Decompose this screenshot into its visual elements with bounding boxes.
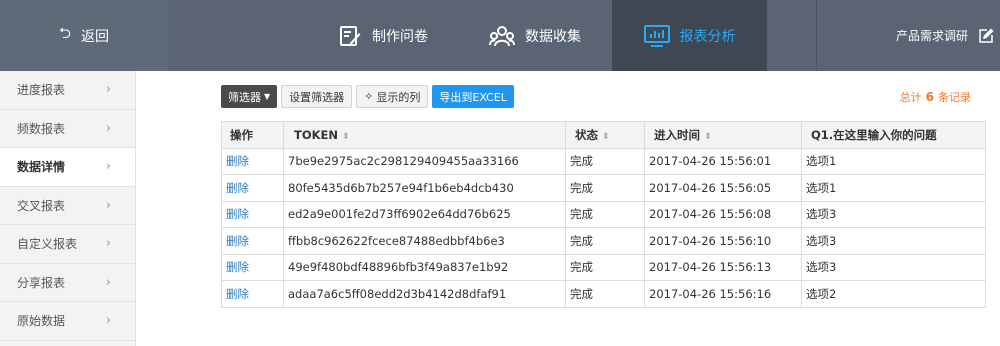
export-label: 导出到EXCEL xyxy=(439,90,507,104)
export-excel-button[interactable]: 导出到EXCEL xyxy=(432,85,514,108)
chevron-right-icon: › xyxy=(105,159,111,175)
table-row: 删除 ffbb8c962622fcece87488edbbf4b6e3 完成 2… xyxy=(221,227,986,255)
column-header-entry-time[interactable]: 进入时间 ⬍ xyxy=(644,121,802,149)
total-suffix: 条记录 xyxy=(938,91,971,104)
table-toolbar: 筛选器 ▼ 设置筛选器 ✧ 显示的列 导出到EXCEL xyxy=(221,85,514,108)
users-icon xyxy=(489,25,515,47)
sidebar-item-label: 数据详情 xyxy=(17,160,66,175)
sidebar-item-frequency-report[interactable]: 频数报表 › xyxy=(0,109,135,148)
project-header: 产品需求调研 xyxy=(816,0,1000,71)
set-filter-button[interactable]: 设置筛选器 xyxy=(281,85,353,108)
visible-columns-label: 显示的列 xyxy=(376,90,421,104)
answer-cell: 选项1 xyxy=(801,174,986,202)
table-row: 删除 7be9e2975ac2c298129409455aa33166 完成 2… xyxy=(221,147,986,175)
delete-link[interactable]: 删除 xyxy=(221,147,284,175)
back-label: 返回 xyxy=(81,28,109,45)
time-cell: 2017-04-26 15:56:13 xyxy=(644,253,802,281)
filter-dropdown-button[interactable]: 筛选器 ▼ xyxy=(221,85,278,108)
sidebar-item-cross-report[interactable]: 交叉报表 › xyxy=(0,186,135,225)
status-cell: 完成 xyxy=(565,280,645,308)
time-cell: 2017-04-26 15:56:16 xyxy=(644,280,802,308)
set-filter-label: 设置筛选器 xyxy=(289,90,345,104)
visible-columns-button[interactable]: ✧ 显示的列 xyxy=(356,85,429,108)
sidebar-item-label: 频数报表 xyxy=(17,121,66,136)
table-row: 删除 49e9f480bdf48896bfb3f49a837e1b92 完成 2… xyxy=(221,253,986,281)
tab-label: 数据收集 xyxy=(525,28,581,45)
token-cell: ffbb8c962622fcece87488edbbf4b6e3 xyxy=(283,227,566,255)
token-cell: adaa7a6c5ff08edd2d3b4142d8dfaf91 xyxy=(283,280,566,308)
sidebar-item-label: 进度报表 xyxy=(17,83,66,98)
magic-wand-icon: ✧ xyxy=(364,90,374,103)
table-row: 删除 80fe5435d6b7b257e94f1b6eb4dcb430 完成 2… xyxy=(221,174,986,202)
token-cell: ed2a9e001fe2d73ff6902e64dd76b625 xyxy=(283,200,566,228)
delete-link[interactable]: 删除 xyxy=(221,174,284,202)
token-cell: 80fe5435d6b7b257e94f1b6eb4dcb430 xyxy=(283,174,566,202)
answer-cell: 选项1 xyxy=(801,147,986,175)
tab-label: 报表分析 xyxy=(679,28,736,45)
time-cell: 2017-04-26 15:56:10 xyxy=(644,227,802,255)
chevron-right-icon: › xyxy=(105,82,111,98)
edit-form-icon xyxy=(338,24,362,48)
answer-cell: 选项3 xyxy=(801,200,986,228)
sidebar-item-label: 原始数据 xyxy=(17,314,66,329)
token-cell: 49e9f480bdf48896bfb3f49a837e1b92 xyxy=(283,253,566,281)
chevron-right-icon: › xyxy=(105,197,111,213)
bar-chart-icon xyxy=(643,24,670,47)
column-header-q1: Q1.在这里输入你的问题 xyxy=(801,121,986,149)
delete-link[interactable]: 删除 xyxy=(221,253,284,281)
edit-title-icon[interactable] xyxy=(978,27,994,44)
tab-report-analysis[interactable]: 报表分析 xyxy=(612,0,767,71)
sidebar-item-custom-report[interactable]: 自定义报表 › xyxy=(0,225,135,264)
time-cell: 2017-04-26 15:56:01 xyxy=(644,147,802,175)
status-cell: 完成 xyxy=(565,174,645,202)
total-prefix: 总计 xyxy=(899,91,922,104)
column-header-token[interactable]: TOKEN ⬍ xyxy=(283,121,566,149)
record-total: 总计 6 条记录 xyxy=(900,89,971,105)
top-nav-bar: ⮌ 返回 制作问卷 数据收集 报表分析 产品需求调研 xyxy=(0,0,1000,71)
sidebar-item-progress-report[interactable]: 进度报表 › xyxy=(0,71,135,110)
sidebar-item-label: 交叉报表 xyxy=(17,198,66,213)
token-cell: 7be9e2975ac2c298129409455aa33166 xyxy=(283,147,566,175)
sort-icon[interactable]: ⬍ xyxy=(342,132,350,142)
table-header-row: 操作 TOKEN ⬍ 状态 ⬍ 进入时间 ⬍ Q1.在这里输入你的问题 xyxy=(221,121,986,149)
chevron-right-icon: › xyxy=(105,274,111,290)
tab-make-survey[interactable]: 制作问卷 xyxy=(324,0,442,71)
sidebar: 进度报表 › 频数报表 › 数据详情 › 交叉报表 › 自定义报表 › 分享报表… xyxy=(0,71,136,346)
caret-down-icon: ▼ xyxy=(264,92,271,101)
sidebar-item-data-detail[interactable]: 数据详情 › xyxy=(0,148,135,187)
chevron-right-icon: › xyxy=(105,120,111,136)
sidebar-item-label: 分享报表 xyxy=(17,275,66,290)
answer-cell: 选项3 xyxy=(801,227,986,255)
tab-label: 制作问卷 xyxy=(372,28,428,45)
delete-link[interactable]: 删除 xyxy=(221,280,284,308)
answer-cell: 选项3 xyxy=(801,253,986,281)
status-cell: 完成 xyxy=(565,253,645,281)
chevron-right-icon: › xyxy=(105,313,111,329)
sort-icon[interactable]: ⬍ xyxy=(602,132,610,142)
status-cell: 完成 xyxy=(565,147,645,175)
column-header-action: 操作 xyxy=(221,121,284,149)
back-arrow-icon: ⮌ xyxy=(58,24,71,42)
table-row: 删除 adaa7a6c5ff08edd2d3b4142d8dfaf91 完成 2… xyxy=(221,280,986,308)
data-table: 操作 TOKEN ⬍ 状态 ⬍ 进入时间 ⬍ Q1.在这里输入你的问题 删除 7be9… xyxy=(221,121,986,308)
sort-icon[interactable]: ⬍ xyxy=(704,132,712,142)
back-button[interactable]: ⮌ 返回 xyxy=(0,0,168,71)
filter-label: 筛选器 xyxy=(228,90,261,104)
project-title: 产品需求调研 xyxy=(895,29,968,43)
delete-link[interactable]: 删除 xyxy=(221,200,284,228)
sidebar-item-label: 自定义报表 xyxy=(17,237,78,252)
status-cell: 完成 xyxy=(565,227,645,255)
time-cell: 2017-04-26 15:56:05 xyxy=(644,174,802,202)
column-header-status[interactable]: 状态 ⬍ xyxy=(565,121,645,149)
total-count: 6 xyxy=(925,90,934,104)
time-cell: 2017-04-26 15:56:08 xyxy=(644,200,802,228)
answer-cell: 选项2 xyxy=(801,280,986,308)
delete-link[interactable]: 删除 xyxy=(221,227,284,255)
sidebar-item-share-report[interactable]: 分享报表 › xyxy=(0,263,135,302)
sidebar-item-raw-data[interactable]: 原始数据 › xyxy=(0,302,135,341)
status-cell: 完成 xyxy=(565,200,645,228)
chevron-right-icon: › xyxy=(105,236,111,252)
table-row: 删除 ed2a9e001fe2d73ff6902e64dd76b625 完成 2… xyxy=(221,200,986,228)
tab-data-collection[interactable]: 数据收集 xyxy=(476,0,594,71)
